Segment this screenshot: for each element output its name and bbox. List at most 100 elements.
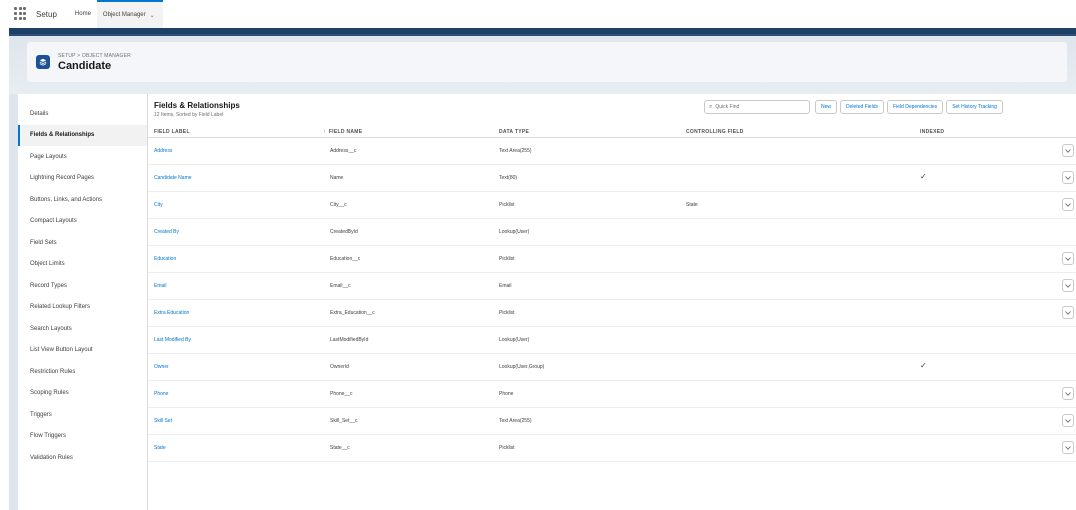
table-row: Education Education__c Picklist [148,246,1076,273]
fields-table: Address Address__c Text Area(255) Candidate… [148,138,1076,462]
row-actions-button[interactable] [1062,387,1074,400]
field-api-name: Address__c [330,148,357,154]
row-actions-button[interactable] [1062,306,1074,319]
table-row: Candidate Name Name Text(80) ✓ [148,165,1076,192]
field-label-link[interactable]: Phone [154,391,168,397]
table-row: Phone Phone__c Phone [148,381,1076,408]
new-button[interactable]: New [815,100,838,114]
sidebar-item-field-sets[interactable]: Field Sets [18,232,147,254]
section-title: Fields & Relationships [154,101,240,110]
chevron-down-icon [1065,202,1071,207]
table-row: Created By CreatedById Lookup(User) [148,219,1076,246]
app-launcher-icon[interactable] [14,7,28,21]
sidebar-item-fields-relationships[interactable]: Fields & Relationships [18,124,147,146]
field-label-link[interactable]: City [154,202,163,208]
chevron-down-icon [1065,283,1071,288]
column-header-controlling-field[interactable]: CONTROLLING FIELD [686,129,744,135]
table-row: State State__c Picklist [148,435,1076,462]
row-actions-button[interactable] [1062,414,1074,427]
field-dependencies-button[interactable]: Field Dependencies [886,100,944,114]
field-data-type: Picklist [499,202,515,208]
indexed-check-icon: ✓ [920,361,927,370]
field-api-name: OwnerId [330,364,349,370]
table-row: City City__c Picklist State [148,192,1076,219]
layers-icon [36,55,50,69]
column-header-indexed[interactable]: INDEXED [920,129,944,135]
chevron-down-icon [1065,256,1071,261]
tab-home[interactable]: Home [69,0,97,28]
field-data-type: Lookup(User) [499,229,530,235]
sidebar-item-lightning-record-pages[interactable]: Lightning Record Pages [18,168,147,190]
table-row: Last Modified By LastModifiedById Lookup(U… [148,327,1076,354]
set-history-tracking-button[interactable]: Set History Tracking [946,100,1003,114]
tab-home-label: Home [74,11,91,17]
table-row: Extra Education Extra_Education__c Picklis… [148,300,1076,327]
sidebar-item-record-types[interactable]: Record Types [18,275,147,297]
chevron-down-icon [1065,445,1071,450]
field-data-type: Picklist [499,256,515,262]
quick-find-placeholder: Quick Find [715,104,740,110]
field-label-link[interactable]: Education [154,256,176,262]
sidebar-item-list-view-button-layout[interactable]: List View Button Layout [18,340,147,362]
field-label-link[interactable]: Last Modified By [154,337,191,343]
column-header-field-name[interactable]: ↑ FIELD NAME [323,129,362,135]
field-label-link[interactable]: Owner [154,364,169,370]
column-header-data-type[interactable]: DATA TYPE [499,129,529,135]
field-api-name: CreatedById [330,229,358,235]
field-data-type: Picklist [499,310,515,316]
table-row: Address Address__c Text Area(255) [148,138,1076,165]
deleted-fields-button[interactable]: Deleted Fields [840,100,884,114]
sidebar-item-buttons-links-actions[interactable]: Buttons, Links, and Actions [18,189,147,211]
action-buttons: New Deleted Fields Field Dependencies Se… [815,100,1006,114]
controlling-field: State [686,202,698,208]
field-label-link[interactable]: Email [154,283,167,289]
field-api-name: Phone__c [330,391,353,397]
chevron-down-icon [1065,175,1071,180]
sidebar-item-restriction-rules[interactable]: Restriction Rules [18,361,147,383]
tab-object-manager[interactable]: Object Manager ⌄ [96,0,163,28]
table-row: Email Email__c Email [148,273,1076,300]
sidebar-item-compact-layouts[interactable]: Compact Layouts [18,211,147,233]
table-row: Skill Set Skill_Set__c Text Area(255) [148,408,1076,435]
chevron-down-icon [1065,148,1071,153]
section-subtitle: 12 Items, Sorted by Field Label [154,112,224,118]
sidebar-item-scoping-rules[interactable]: Scoping Rules [18,383,147,405]
sidebar-item-validation-rules[interactable]: Validation Rules [18,447,147,469]
field-label-link[interactable]: Candidate Name [154,175,192,181]
field-api-name: Education__c [330,256,361,262]
sidebar-item-page-layouts[interactable]: Page Layouts [18,146,147,168]
field-label-link[interactable]: State [154,445,166,451]
row-actions-button[interactable] [1062,441,1074,454]
chevron-down-icon[interactable]: ⌄ [150,12,155,19]
field-label-link[interactable]: Created By [154,229,179,235]
row-actions-button[interactable] [1062,144,1074,157]
sidebar-item-object-limits[interactable]: Object Limits [18,254,147,276]
chevron-down-icon [1065,391,1071,396]
quick-find-input[interactable]: ⌕ Quick Find [704,100,810,114]
column-header-field-label[interactable]: FIELD LABEL [154,129,190,135]
sidebar-item-triggers[interactable]: Triggers [18,404,147,426]
app-name: Setup [36,9,57,19]
field-data-type: Email [499,283,512,289]
sidebar-item-search-layouts[interactable]: Search Layouts [18,318,147,340]
row-actions-button[interactable] [1062,252,1074,265]
row-actions-button[interactable] [1062,279,1074,292]
field-label-link[interactable]: Extra Education [154,310,189,316]
sidebar-item-details[interactable]: Details [18,103,147,125]
row-actions-button[interactable] [1062,171,1074,184]
indexed-check-icon: ✓ [920,172,927,181]
object-sidebar: Details Fields & Relationships Page Layo… [18,94,148,510]
table-row: Owner OwnerId Lookup(User,Group) ✓ [148,354,1076,381]
table-header: FIELD LABEL ↑ FIELD NAME DATA TYPE CONTRO… [148,127,1076,138]
sidebar-item-flow-triggers[interactable]: Flow Triggers [18,426,147,448]
breadcrumb[interactable]: SETUP > OBJECT MANAGER [58,53,131,59]
field-api-name: Email__c [330,283,351,289]
row-actions-button[interactable] [1062,198,1074,211]
chevron-down-icon [1065,310,1071,315]
sidebar-item-related-lookup-filters[interactable]: Related Lookup Filters [18,297,147,319]
field-data-type: Text Area(255) [499,148,532,154]
left-strip [9,94,18,510]
field-label-link[interactable]: Skill Set [154,418,172,424]
field-api-name: City__c [330,202,347,208]
field-label-link[interactable]: Address [154,148,172,154]
